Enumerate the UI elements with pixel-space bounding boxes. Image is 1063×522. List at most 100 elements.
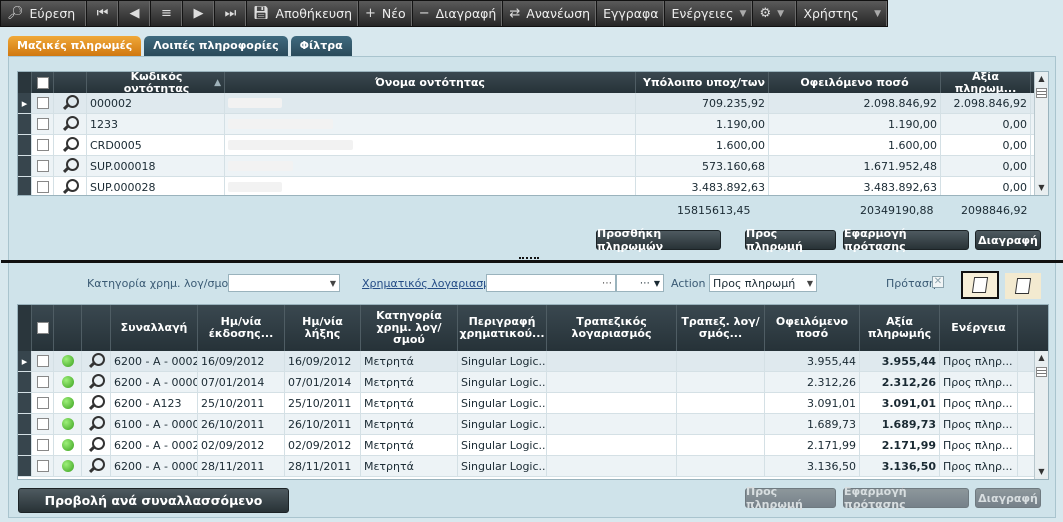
table-row[interactable]: 6200 - A - 0000... 07/01/2014 07/01/2014…: [18, 372, 1048, 393]
col-owed-amount[interactable]: Οφειλόμενο ποσό: [765, 305, 860, 351]
delete-button-disabled[interactable]: Διαγραφή: [975, 488, 1041, 508]
col-action[interactable]: Ενέργεια: [940, 305, 1018, 351]
account-select[interactable]: ⋯ ▼: [616, 274, 664, 292]
action-select[interactable]: Προς πληρωμή ▼: [709, 274, 817, 292]
cell-action[interactable]: Προς πληρ...: [940, 456, 1018, 476]
magnifier-icon[interactable]: [54, 114, 87, 134]
to-payment-button-disabled[interactable]: Προς πληρωμή: [745, 485, 836, 511]
cell-payment[interactable]: 2.171,99: [860, 435, 940, 455]
scroll-down-icon[interactable]: ▼: [1035, 465, 1048, 479]
table-row[interactable]: 1233 1.190,00 1.190,00 0,00: [18, 114, 1048, 135]
col-issue-date[interactable]: Ημ/νία έκδοσης...: [198, 305, 285, 351]
select-all-checkbox[interactable]: [32, 72, 54, 93]
magnifier-icon[interactable]: [82, 351, 111, 371]
row-checkbox[interactable]: [32, 435, 54, 455]
col-payment-value[interactable]: Αξία πληρωμής: [860, 305, 940, 351]
table-row[interactable]: ▸ 000002 709.235,92 2.098.846,92 2.098.8…: [18, 93, 1048, 114]
select-all-checkbox[interactable]: [32, 305, 54, 351]
row-checkbox[interactable]: [32, 93, 54, 113]
row-checkbox[interactable]: [32, 393, 54, 413]
magnifier-icon[interactable]: [54, 93, 87, 113]
magnifier-icon[interactable]: [82, 435, 111, 455]
col-category[interactable]: Κατηγορία χρημ. λογ/σμού: [361, 305, 458, 351]
col-bank-account-2[interactable]: Τραπεζ. λογ/σμός...: [677, 305, 765, 351]
col-bank-account[interactable]: Τραπεζικός λογαριασμός: [547, 305, 677, 351]
col-description[interactable]: Περιγραφή χρηματικού...: [458, 305, 547, 351]
proposal-checkbox[interactable]: ✕: [932, 276, 944, 288]
list-button[interactable]: ≡: [151, 1, 183, 26]
entities-scrollbar[interactable]: ▲ ▼: [1034, 72, 1048, 195]
refresh-button[interactable]: ⇄ Ανανέωση: [503, 1, 598, 26]
row-checkbox[interactable]: [32, 351, 54, 371]
row-checkbox[interactable]: [32, 456, 54, 476]
add-payments-button[interactable]: Προσθήκη πληρωμών: [596, 227, 721, 253]
apply-proposal-button-disabled[interactable]: Εφαρμογή πρότασης: [843, 485, 969, 511]
account-link[interactable]: Χρηματικός λογαριασμός: [362, 277, 503, 290]
table-row[interactable]: 6100 - A - 0000... 26/10/2011 26/10/2011…: [18, 414, 1048, 435]
delete-button[interactable]: − Διαγραφή: [413, 1, 504, 26]
transactions-scrollbar[interactable]: ▲ ▼: [1034, 351, 1048, 479]
cell-action[interactable]: Προς πληρ...: [940, 351, 1018, 371]
magnifier-icon[interactable]: [82, 372, 111, 392]
proposal-apply-icon[interactable]: [961, 271, 999, 299]
scroll-up-icon[interactable]: ▲: [1035, 351, 1048, 365]
magnifier-icon[interactable]: [82, 414, 111, 434]
col-payment-value[interactable]: Αξία πληρωμ...: [941, 72, 1031, 93]
row-checkbox[interactable]: [32, 135, 54, 155]
table-row[interactable]: 6200 - A123 25/10/2011 25/10/2011 Μετρητ…: [18, 393, 1048, 414]
cell-action[interactable]: Προς πληρ...: [940, 414, 1018, 434]
apply-proposal-button[interactable]: Εφαρμογή πρότασης: [843, 227, 969, 253]
table-row[interactable]: 6200 - A - 0002... 02/09/2012 02/09/2012…: [18, 435, 1048, 456]
cell-payment[interactable]: 2.098.846,92: [941, 93, 1031, 113]
scroll-down-icon[interactable]: ▼: [1035, 181, 1048, 195]
cell-payment[interactable]: 2.312,26: [860, 372, 940, 392]
scroll-thumb[interactable]: [1036, 367, 1047, 377]
scroll-thumb[interactable]: [1036, 88, 1047, 98]
row-checkbox[interactable]: [32, 372, 54, 392]
cell-payment[interactable]: 0,00: [941, 114, 1031, 134]
magnifier-icon[interactable]: [82, 393, 111, 413]
tab-mass-payments[interactable]: Μαζικές πληρωμές: [8, 36, 142, 56]
next-record-button[interactable]: ▶︎: [183, 1, 215, 26]
last-record-button[interactable]: ⏭︎: [215, 1, 247, 26]
cell-payment[interactable]: 1.689,73: [860, 414, 940, 434]
col-transaction[interactable]: Συναλλαγή: [111, 305, 198, 351]
tab-filters[interactable]: Φίλτρα: [290, 36, 352, 56]
settings-menu[interactable]: ⚙ ▼: [753, 1, 798, 26]
ellipsis-icon[interactable]: ⋯: [640, 278, 650, 289]
tab-other-info[interactable]: Λοιπές πληροφορίες: [144, 36, 288, 56]
documents-button[interactable]: Εγγραφα: [597, 1, 666, 26]
col-owed[interactable]: Οφειλόμενο ποσό: [769, 72, 941, 93]
col-balance[interactable]: Υπόλοιπο υποχ/των: [636, 72, 769, 93]
table-row[interactable]: 6200 - A - 0000... 28/11/2011 28/11/2011…: [18, 456, 1048, 477]
table-row[interactable]: SUP.000028 3.483.892,63 3.483.892,63 0,0…: [18, 177, 1048, 195]
magnifier-icon[interactable]: [54, 177, 87, 195]
first-record-button[interactable]: ⏮︎: [87, 1, 119, 26]
category-select[interactable]: ▼: [228, 274, 340, 292]
users-menu[interactable]: Χρήστης ▼: [797, 1, 887, 26]
new-button[interactable]: + Νέο: [359, 1, 413, 26]
cell-payment[interactable]: 0,00: [941, 156, 1031, 176]
cell-payment[interactable]: 0,00: [941, 177, 1031, 195]
cell-action[interactable]: Προς πληρ...: [940, 393, 1018, 413]
magnifier-icon[interactable]: [54, 156, 87, 176]
cell-payment[interactable]: 3.955,44: [860, 351, 940, 371]
magnifier-icon[interactable]: [54, 135, 87, 155]
ellipsis-icon[interactable]: ⋯: [602, 278, 612, 289]
cell-action[interactable]: Προς πληρ...: [940, 435, 1018, 455]
actions-menu[interactable]: Ενέργειες ▼: [665, 1, 754, 26]
cell-action[interactable]: Προς πληρ...: [940, 372, 1018, 392]
cell-payment[interactable]: 3.091,01: [860, 393, 940, 413]
col-entity-code[interactable]: Κωδικός οντότητας ▲: [87, 72, 225, 93]
col-entity-name[interactable]: Όνομα οντότητας: [225, 72, 636, 93]
splitter-grip-icon[interactable]: [519, 257, 539, 261]
find-button[interactable]: 🔎︎ Εύρεση: [1, 1, 87, 26]
previous-record-button[interactable]: ◀︎: [119, 1, 151, 26]
cell-payment[interactable]: 0,00: [941, 135, 1031, 155]
col-due-date[interactable]: Ημ/νία λήξης: [285, 305, 361, 351]
row-checkbox[interactable]: [32, 156, 54, 176]
delete-rows-button[interactable]: Διαγραφή: [975, 230, 1041, 250]
row-checkbox[interactable]: [32, 177, 54, 195]
proposal-clear-icon[interactable]: [1005, 273, 1041, 299]
magnifier-icon[interactable]: [82, 456, 111, 476]
